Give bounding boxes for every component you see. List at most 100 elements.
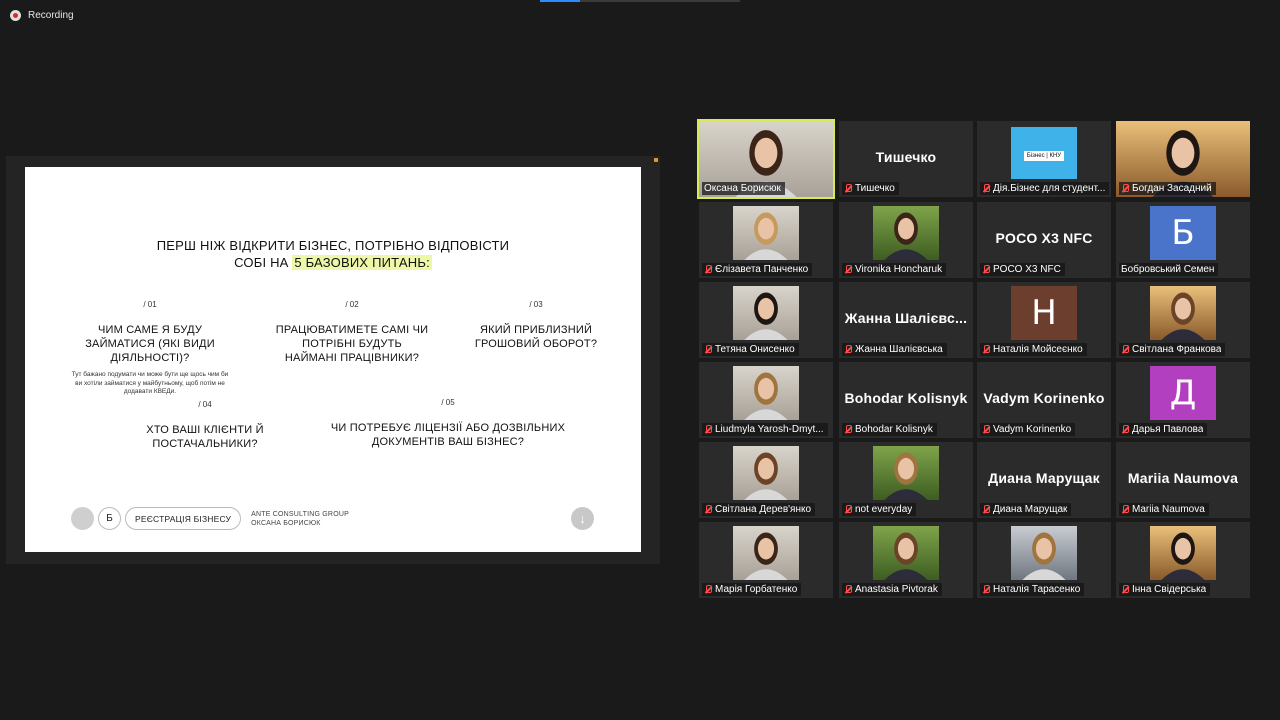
participant-tile-poco-x3-nfc[interactable]: POCO X3 NFC POCO X3 NFC [977,202,1111,278]
participant-name: Vironika Honcharuk [855,264,943,275]
question-number: / 02 [345,300,359,309]
participant-video-icon [1011,526,1077,580]
slide-footer: Б РЕЄСТРАЦІЯ БІЗНЕСУ ANTE CONSULTING GRO… [71,507,349,530]
mic-muted-icon [844,344,852,355]
mic-muted-icon [704,344,712,355]
participant-photo [873,206,939,260]
presentation-slide: ПЕРШ НІЖ ВІДКРИТИ БІЗНЕС, ПОТРІБНО ВІДПО… [25,167,641,552]
mic-muted-icon [704,264,712,275]
participant-tile-інна-свідерська[interactable]: Інна Свідерська [1116,522,1250,598]
participant-tile-оксана-борисюк[interactable]: Оксана Борисюк [697,119,835,199]
participant-tile-єлізавета-панченко[interactable]: Єлізавета Панченко [699,202,833,278]
participant-name: Бобровський Семен [1121,264,1215,275]
participant-tile-тишечко[interactable]: Тишечко Тишечко [839,121,973,197]
question-text: ПРАЦЮВАТИМЕТЕ САМІ ЧИ ПОТРІБНІ БУДУТЬ НА… [275,324,429,364]
participant-tile-not-everyday[interactable]: not everyday [839,442,973,518]
participant-photo [1150,286,1216,340]
question-2: / 02 ПРАЦЮВАТИМЕТЕ САМІ ЧИ ПОТРІБНІ БУДУ… [275,300,429,365]
title-highlight: 5 БАЗОВИХ ПИТАНЬ: [292,255,432,270]
participant-display-name: POCO X3 NFC [995,230,1093,246]
participant-tile-марія-горбатенко[interactable]: Марія Горбатенко [699,522,833,598]
participant-photo [733,206,799,260]
participant-tile-жанна-шалієвська[interactable]: Жанна Шалієвс... Жанна Шалієвська [839,282,973,358]
participant-nameplate: Інна Свідерська [1119,583,1211,596]
question-3: / 03 ЯКИЙ ПРИБЛИЗНИЙ ГРОШОВИЙ ОБОРОТ? [469,300,603,351]
participant-display-name: Диана Марущак [988,470,1100,486]
mic-muted-icon [704,504,712,515]
participant-tile-liudmyla-yarosh-dmyt[interactable]: Liudmyla Yarosh-Dmyt... [699,362,833,438]
participant-name: Тетяна Онисенко [715,344,795,355]
participant-nameplate: Дарья Павлова [1119,423,1208,436]
participant-name: Інна Свідерська [1132,584,1207,595]
participant-name: Тишечко [855,183,895,194]
footer-pill: РЕЄСТРАЦІЯ БІЗНЕСУ [125,507,242,530]
share-status-dot [654,158,658,162]
mic-muted-icon [982,183,990,194]
participant-tile-бобровський-семен[interactable]: Б Бобровський Семен [1116,202,1250,278]
participant-tile-світлана-дерев-янко[interactable]: Світлана Дерев'янко [699,442,833,518]
participant-tile-диана-марущак[interactable]: Диана Марущак Диана Марущак [977,442,1111,518]
participant-nameplate: Оксана Борисюк [702,182,785,195]
arrow-down-icon: ↓ [571,507,594,530]
slide-title-line1: ПЕРШ НІЖ ВІДКРИТИ БІЗНЕС, ПОТРІБНО ВІДПО… [156,238,510,253]
question-4: / 04 ХТО ВАШІ КЛІЄНТИ Й ПОСТАЧАЛЬНИКИ? [135,400,275,451]
participant-tile-дарья-павлова[interactable]: Д Дарья Павлова [1116,362,1250,438]
participant-nameplate: Єлізавета Панченко [702,263,813,276]
footer-letter-badge: Б [98,507,121,530]
question-text: ЯКИЙ ПРИБЛИЗНИЙ ГРОШОВИЙ ОБОРОТ? [474,324,598,350]
participant-nameplate: Диана Марущак [980,503,1072,516]
mic-muted-icon [704,584,712,595]
slide-title: ПЕРШ НІЖ ВІДКРИТИ БІЗНЕС, ПОТРІБНО ВІДПО… [25,237,641,271]
footer-company: ANTE CONSULTING GROUP ОКСАНА БОРИСЮК [251,510,349,527]
participant-name: Оксана Борисюк [704,183,781,194]
participant-nameplate: Бобровський Семен [1119,263,1219,276]
participant-tile-mariia-naumova[interactable]: Mariia Naumova Mariia Naumova [1116,442,1250,518]
mic-muted-icon [1121,183,1129,194]
participant-tile-vadym-korinenko[interactable]: Vadym Korinenko Vadym Korinenko [977,362,1111,438]
participant-tile-vironika-honcharuk[interactable]: Vironika Honcharuk [839,202,973,278]
record-icon [10,10,21,21]
participant-video-icon [1150,286,1216,340]
participant-name: Наталія Тарасенко [993,584,1081,595]
participant-name: Mariia Naumova [1132,504,1205,515]
participant-tile-наталія-мойсеєнко[interactable]: Н Наталія Мойсеєнко [977,282,1111,358]
participant-tile-світлана-франкова[interactable]: Світлана Франкова [1116,282,1250,358]
participant-nameplate: Anastasia Pivtorak [842,583,942,596]
shared-screen[interactable]: ПЕРШ НІЖ ВІДКРИТИ БІЗНЕС, ПОТРІБНО ВІДПО… [6,156,660,564]
question-text: ЧИМ САМЕ Я БУДУ ЗАЙМАТИСЯ (ЯКІ ВИДИ ДІЯЛ… [85,324,215,364]
participant-display-name: Mariia Naumova [1127,470,1239,486]
participant-photo [1011,526,1077,580]
participant-name: Vadym Korinenko [993,424,1072,435]
participant-tile-anastasia-pivtorak[interactable]: Anastasia Pivtorak [839,522,973,598]
participant-photo [733,526,799,580]
question-1: / 01 ЧИМ САМЕ Я БУДУ ЗАЙМАТИСЯ (ЯКІ ВИДИ… [65,300,235,397]
mic-muted-icon [1121,584,1129,595]
footer-circle [71,507,94,530]
question-number: / 04 [198,400,212,409]
mic-muted-icon [844,183,852,194]
question-number: / 01 [143,300,157,309]
participant-nameplate: Vironika Honcharuk [842,263,947,276]
question-note: Тут бажано подумати чи може бути ще щось… [71,371,229,395]
question-number: / 05 [441,398,455,407]
participant-nameplate: Тишечко [842,182,899,195]
recording-label: Recording [28,10,74,21]
recording-indicator[interactable]: Recording [10,10,74,21]
participant-photo [733,446,799,500]
participant-nameplate: Світлана Франкова [1119,343,1226,356]
participant-nameplate: Наталія Мойсеєнко [980,343,1087,356]
participant-tile-наталія-тарасенко[interactable]: Наталія Тарасенко [977,522,1111,598]
question-5: / 05 ЧИ ПОТРЕБУЄ ЛІЦЕНЗІЇ АБО ДОЗВІЛЬНИХ… [325,398,571,449]
participant-tile-богдан-засадний[interactable]: Богдан Засадний [1116,121,1250,197]
participant-video-icon [733,446,799,500]
participant-name: Liudmyla Yarosh-Dmyt... [715,424,824,435]
participant-nameplate: Наталія Тарасенко [980,583,1085,596]
participant-tile-тетяна-онисенко[interactable]: Тетяна Онисенко [699,282,833,358]
mic-muted-icon [982,424,990,435]
participant-name: Марія Горбатенко [715,584,798,595]
mic-muted-icon [844,264,852,275]
participant-tile-дія-бізнес-для-студент[interactable]: Бізнес | КНУ Дія.Бізнес для студент... [977,121,1111,197]
participant-photo [873,446,939,500]
mic-muted-icon [1121,344,1129,355]
participant-tile-bohodar-kolisnyk[interactable]: Bohodar Kolisnyk Bohodar Kolisnyk [839,362,973,438]
